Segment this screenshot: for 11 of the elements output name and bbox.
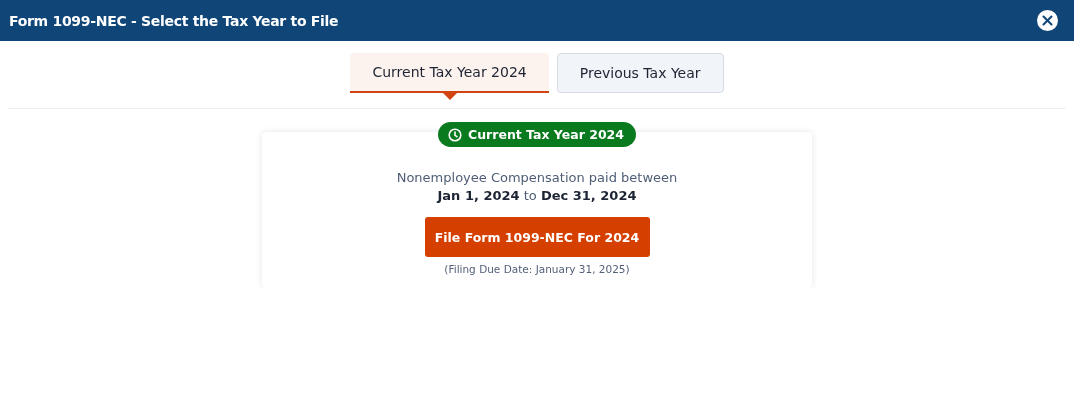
close-button[interactable] [1037, 10, 1058, 31]
badge-label: Current Tax Year 2024 [468, 127, 624, 142]
date-range: Jan 1, 2024 to Dec 31, 2024 [437, 188, 637, 203]
description: Nonemployee Compensation paid between [396, 170, 678, 185]
due-date-note: (Filing Due Date: January 31, 2025) [444, 263, 630, 275]
window-title: Form 1099-NEC - Select the Tax Year to File [9, 12, 339, 29]
close-icon [1042, 15, 1053, 26]
pointer-icon [442, 93, 457, 100]
file-form-button[interactable]: File Form 1099-NEC For 2024 [424, 217, 650, 257]
year-tab[interactable]: Previous Tax Year [556, 53, 724, 93]
clock-icon [448, 127, 462, 142]
